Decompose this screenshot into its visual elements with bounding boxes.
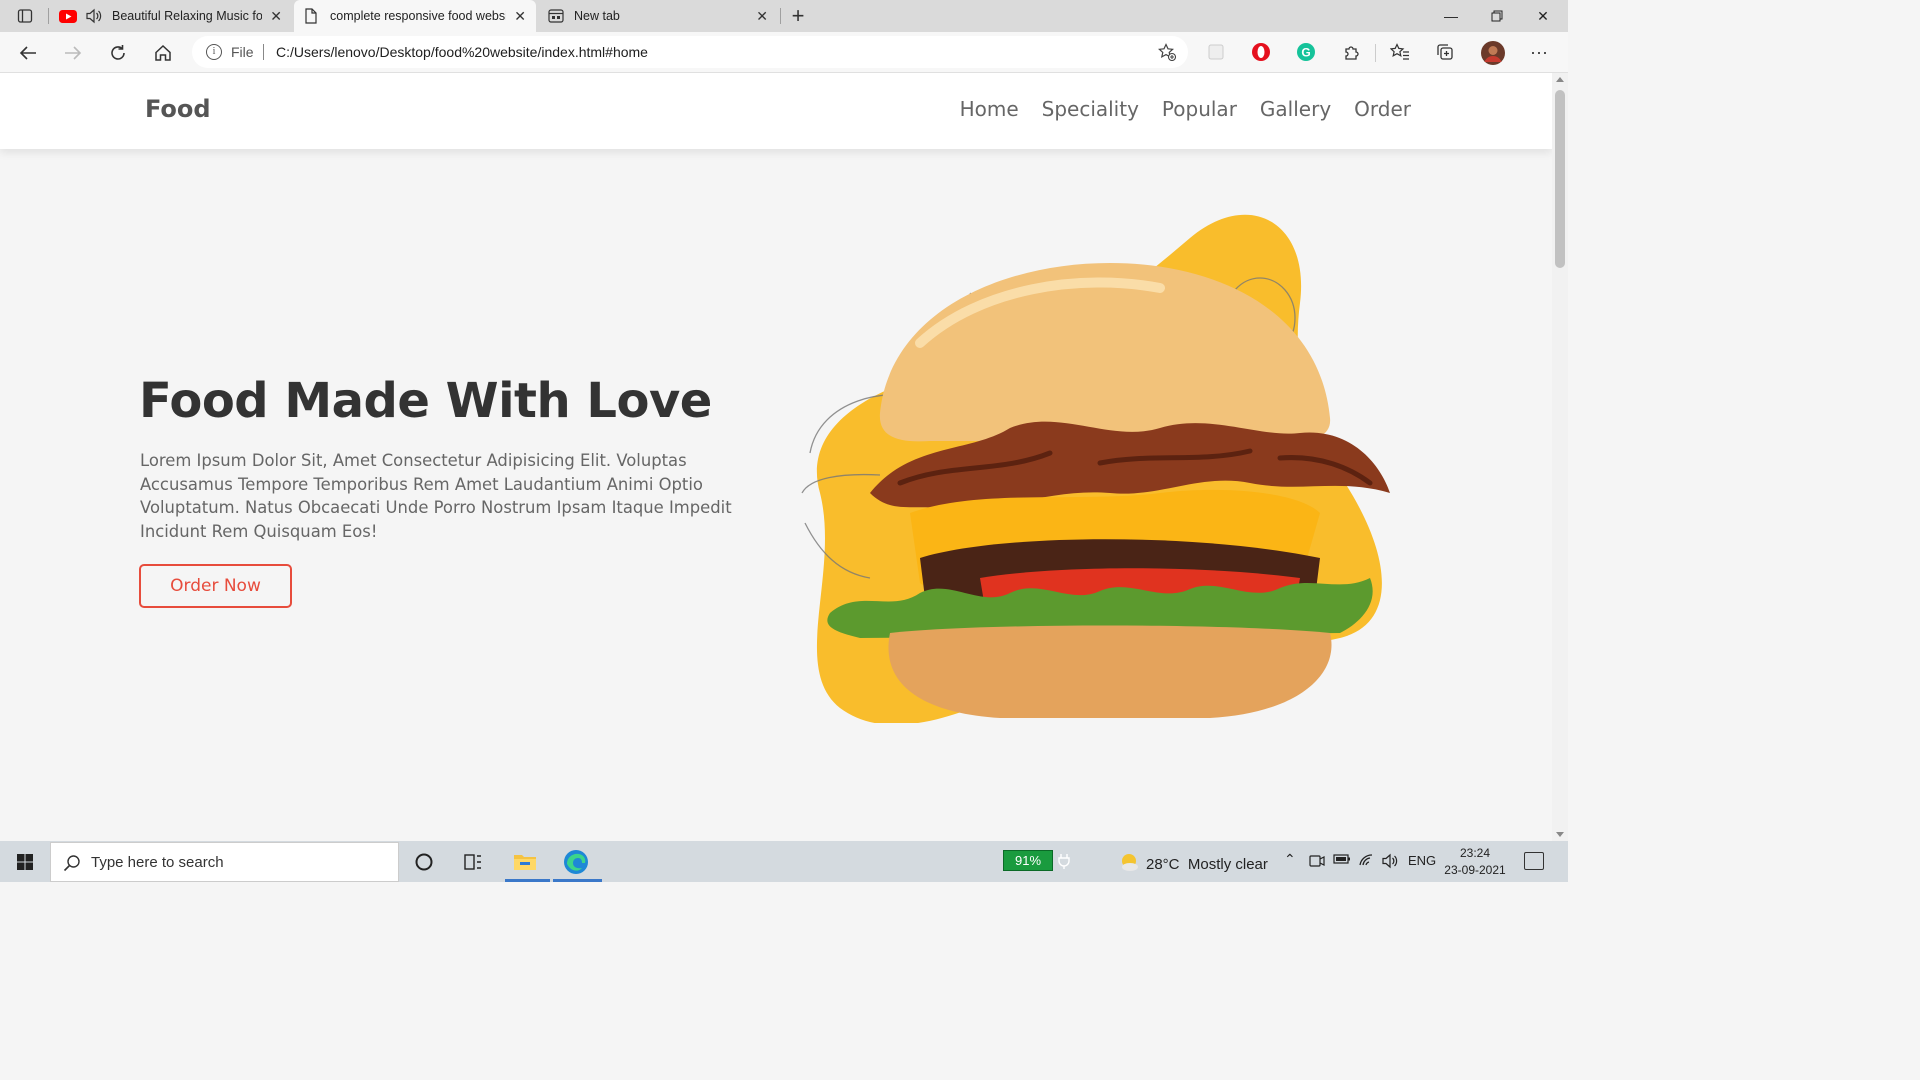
close-tab-icon[interactable]: ✕ <box>270 8 282 25</box>
windows-taskbar: Type here to search 91% 28°C Mostly clea… <box>0 841 1568 882</box>
page-scrollbar[interactable] <box>1552 73 1568 841</box>
refresh-icon[interactable] <box>105 40 131 66</box>
opera-vpn-icon[interactable] <box>1251 42 1271 62</box>
search-placeholder: Type here to search <box>91 854 224 871</box>
weather-text: 28°C Mostly clear <box>1146 855 1268 873</box>
close-window-icon[interactable]: ✕ <box>1520 0 1566 32</box>
youtube-icon <box>59 10 77 26</box>
taskbar-search[interactable]: Type here to search <box>50 842 399 882</box>
windows-start-icon[interactable] <box>8 849 42 875</box>
weather-widget[interactable]: 28°C Mostly clear <box>1118 852 1268 876</box>
meet-now-icon[interactable] <box>1309 853 1325 872</box>
file-explorer-icon[interactable] <box>510 847 540 877</box>
page-icon <box>304 8 318 27</box>
tab-food-website[interactable]: complete responsive food websi ✕ <box>294 0 536 32</box>
burger-image <box>801 214 1390 723</box>
tab-title: New tab <box>574 9 620 23</box>
speaker-icon[interactable] <box>85 8 103 27</box>
plug-icon <box>1058 853 1070 872</box>
more-menu-icon[interactable]: ··· <box>1529 42 1549 62</box>
info-icon[interactable]: i <box>206 44 222 60</box>
close-tab-icon[interactable]: ✕ <box>756 8 768 25</box>
address-bar[interactable]: i File C:/Users/lenovo/Desktop/food%20we… <box>192 36 1188 68</box>
site-logo[interactable]: Food <box>145 95 211 123</box>
nav-gallery[interactable]: Gallery <box>1260 97 1331 121</box>
edge-icon[interactable] <box>561 847 591 877</box>
minimize-icon[interactable]: — <box>1428 0 1474 32</box>
browser-toolbar: i File C:/Users/lenovo/Desktop/food%20we… <box>0 32 1568 73</box>
favorites-icon[interactable] <box>1390 42 1410 62</box>
edge-active-indicator <box>553 879 602 882</box>
site-nav: Home Speciality Popular Gallery Order <box>960 97 1411 121</box>
extension-placeholder-icon[interactable] <box>1206 42 1226 62</box>
new-tab-plus-icon[interactable]: + <box>788 3 808 28</box>
show-hidden-icons[interactable]: ⌃ <box>1284 851 1296 868</box>
search-icon <box>63 854 81 877</box>
notification-center-icon[interactable] <box>1524 852 1544 870</box>
file-explorer-active-indicator <box>505 879 550 882</box>
nav-order[interactable]: Order <box>1354 97 1411 121</box>
volume-icon[interactable] <box>1381 853 1399 872</box>
close-tab-icon[interactable]: ✕ <box>514 8 526 25</box>
profile-avatar[interactable] <box>1480 40 1506 66</box>
scroll-up-icon[interactable] <box>1556 77 1564 82</box>
url-text[interactable]: C:/Users/lenovo/Desktop/food%20website/i… <box>276 44 648 60</box>
browser-tab-bar: Beautiful Relaxing Music for ✕ complete … <box>0 0 1568 32</box>
hero-description: Lorem Ipsum Dolor Sit, Amet Consectetur … <box>140 451 732 541</box>
clock[interactable]: 23:24 23-09-2021 <box>1440 845 1510 879</box>
home-icon[interactable] <box>150 40 176 66</box>
tab-actions-icon[interactable] <box>15 6 35 26</box>
site-header: Food Home Speciality Popular Gallery Ord… <box>0 73 1552 149</box>
tab-youtube[interactable]: Beautiful Relaxing Music for ✕ <box>52 0 292 32</box>
scroll-down-icon[interactable] <box>1556 832 1564 837</box>
clock-time: 23:24 <box>1459 846 1491 860</box>
new-tab-icon <box>548 9 564 26</box>
nav-home[interactable]: Home <box>960 97 1019 121</box>
battery-indicator[interactable]: 91% <box>1003 850 1053 871</box>
tab-title: Beautiful Relaxing Music for <box>112 9 262 23</box>
grammarly-icon[interactable]: G <box>1296 42 1316 62</box>
page-viewport: Food Home Speciality Popular Gallery Ord… <box>0 73 1552 841</box>
restore-icon[interactable] <box>1474 0 1520 32</box>
battery-icon[interactable] <box>1333 853 1351 868</box>
wifi-icon[interactable] <box>1358 853 1376 870</box>
tab-new-tab[interactable]: New tab ✕ <box>538 0 778 32</box>
add-favorite-icon[interactable] <box>1158 43 1177 66</box>
collections-icon[interactable] <box>1435 42 1455 62</box>
nav-speciality[interactable]: Speciality <box>1042 97 1139 121</box>
extensions-icon[interactable] <box>1341 42 1361 62</box>
nav-popular[interactable]: Popular <box>1162 97 1237 121</box>
file-label: File <box>231 44 254 60</box>
back-icon[interactable] <box>15 40 41 66</box>
task-view-icon[interactable] <box>458 847 488 877</box>
clock-date: 23-09-2021 <box>1444 863 1506 877</box>
language-indicator[interactable]: ENG <box>1408 853 1436 868</box>
order-now-button[interactable]: Order Now <box>139 564 292 608</box>
forward-icon[interactable] <box>60 40 86 66</box>
tab-title: complete responsive food websi <box>330 9 506 23</box>
cortana-icon[interactable] <box>409 847 439 877</box>
hero-title: Food Made With Love <box>139 373 712 429</box>
moon-cloud-icon <box>1118 852 1140 876</box>
svg-text:G: G <box>1301 46 1310 60</box>
scroll-thumb[interactable] <box>1555 90 1565 268</box>
